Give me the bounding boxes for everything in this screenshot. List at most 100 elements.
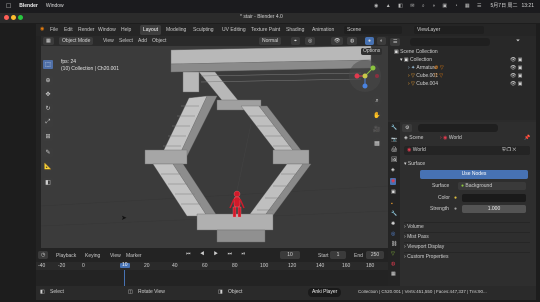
physics-tab-icon[interactable]: ◎ [391,232,395,237]
overlays-button[interactable]: ◍ [347,37,358,45]
world-datablock-selector[interactable]: ◉ World ⛨ ❐ ✕ [404,146,530,155]
pin-icon[interactable]: 📌 [524,136,530,141]
timeline-menu-view[interactable]: View [110,253,121,259]
add-cube-tool-icon[interactable]: ◧ [43,178,53,187]
menu-window[interactable]: Window [98,27,116,33]
use-nodes-button[interactable]: Use Nodes [420,170,528,179]
viewlayer-selector[interactable]: ViewLayer [414,26,484,34]
collection-tab-icon[interactable]: ▣ [391,190,396,195]
view-layer-tab-icon[interactable]: 🖼 [391,158,397,163]
tab-layout[interactable]: Layout [140,25,162,35]
volume-panel-header[interactable]: › Volume [404,222,530,231]
outliner-row-cube-004[interactable]: › ▽ Cube.004 👁 ▣ [408,80,534,88]
properties-search-field[interactable] [418,124,498,132]
object-tab-icon[interactable]: ▪ [391,202,393,207]
constraints-tab-icon[interactable]: ⛓ [391,242,397,247]
camera-view-icon[interactable]: 🎥 [372,124,382,134]
window-zoom-button[interactable] [18,15,23,20]
outliner-search-field[interactable] [410,38,490,46]
modifier-tab-icon[interactable]: 🔧 [391,212,397,217]
transform-orientation-dropdown[interactable]: Normal [259,37,282,45]
surface-panel-header[interactable]: ▾ Surface [404,160,530,169]
color-swatch[interactable] [462,194,526,202]
window-close-button[interactable] [4,15,9,20]
output-tab-icon[interactable]: 🖨 [391,148,397,153]
perspective-toggle-icon[interactable]: ▦ [372,138,382,148]
end-frame-field[interactable]: 250 [366,251,384,259]
window-minimize-button[interactable] [11,15,16,20]
select-tool-icon[interactable]: ⬚ [43,60,53,69]
object-mode-dropdown[interactable]: Object Mode [59,37,94,45]
visibility-eye-icon[interactable]: 👁 ▣ [510,72,522,80]
menu-edit[interactable]: Edit [64,27,73,33]
viewport-menu-view[interactable]: View [103,38,114,44]
transform-tool-icon[interactable]: ⊞ [43,132,53,141]
mist-pass-panel-header[interactable]: › Mist Pass [404,232,530,241]
visibility-eye-icon[interactable]: 👁 ▣ [510,64,522,72]
proportional-edit-toggle[interactable]: ◎ [305,37,316,45]
options-dropdown[interactable]: Options [361,48,383,55]
menu-help[interactable]: Help [121,27,131,33]
data-tab-icon[interactable]: ▽ [391,252,395,257]
timeline-menu-keying[interactable]: Keying [85,253,100,259]
editor-type-button[interactable]: ▦ [43,37,54,45]
viewport-menu-select[interactable]: Select [119,38,133,44]
app-menu-blender[interactable]: Blender [19,4,38,9]
surface-shader-dropdown[interactable]: ● Background [458,182,526,190]
apple-icon[interactable]:  [6,3,11,10]
playhead-line[interactable] [124,270,125,286]
outliner-row-cube-001[interactable]: › ▽ Cube.001 ▽ ▽ 👁 ▣ [408,72,534,80]
3d-viewport[interactable]: fps: 24 (10) Collection | Ch20.001 ➤ ⬚ ⊕… [41,46,388,248]
timeline-menu-playback[interactable]: Playback [56,253,76,259]
zoom-icon[interactable]: ⌕ [372,96,382,106]
tab-modeling[interactable]: Modeling [166,27,186,33]
world-tab-icon[interactable]: ◉ [390,178,397,185]
status-icons[interactable]: ◉ ▲ ◧ ✉ ⌕ ◑ ▣ ◔ ▦ ☰ [374,4,485,9]
measure-tool-icon[interactable]: 📐 [43,162,53,171]
timeline-menu-marker[interactable]: Marker [126,253,142,259]
tab-texture-paint[interactable]: Texture Paint [251,27,280,33]
navigation-gizmo[interactable] [347,58,383,94]
rotate-tool-icon[interactable]: ↻ [43,104,53,113]
render-tab-icon[interactable]: 📷 [391,138,397,143]
viewport-menu-object[interactable]: Object [152,38,166,44]
viewport-menu-add[interactable]: Add [138,38,147,44]
current-frame-marker[interactable]: 10 [120,263,130,268]
timeline-editor-type[interactable]: ◷ [38,251,49,259]
filter-icon[interactable]: ⏷ [516,39,520,44]
shading-material-button[interactable]: ◐ [377,37,387,45]
app-menu-window[interactable]: Window [46,4,64,9]
menu-render[interactable]: Render [78,27,94,33]
strength-socket-icon[interactable]: ● [454,207,457,212]
color-socket-icon[interactable]: ● [454,196,457,201]
material-tab-icon[interactable]: ◍ [391,262,395,267]
menu-file[interactable]: File [50,27,58,33]
scene-tab-icon[interactable]: ◈ [391,168,395,173]
scene-selector[interactable]: Scene [344,26,402,34]
pan-hand-icon[interactable]: ✋ [372,110,382,120]
visibility-eye-icon[interactable]: 👁 ▣ [510,80,522,88]
current-frame-field[interactable]: 10 [280,251,300,259]
outliner-row-collection[interactable]: ▾ ▣ Collection 👁 ▣ [400,56,534,64]
shading-solid-button[interactable]: ● [365,37,375,45]
tab-animation[interactable]: Animation [312,27,334,33]
fake-user-shield-icon[interactable]: ⛨ ❐ ✕ [502,146,516,155]
scale-tool-icon[interactable]: ⤢ [43,118,53,127]
start-frame-field[interactable]: 1 [330,251,346,259]
strength-field[interactable]: 1.000 [462,205,526,213]
move-tool-icon[interactable]: ✥ [43,90,53,99]
blender-logo-icon[interactable]: ◉ [40,27,44,32]
snap-toggle[interactable]: ⌖ [291,37,300,45]
visibility-button[interactable]: 👁 [331,37,344,45]
tab-shading[interactable]: Shading [286,27,304,33]
viewport-display-panel-header[interactable]: › Viewport Display [404,242,530,251]
outliner-row-scene-collection[interactable]: ▣ Scene Collection [394,48,534,56]
outliner-editor-type[interactable]: ☰ [390,38,401,46]
outliner-row-armature[interactable]: › ✦ Armature ⚙ ▽ 👁 ▣ [408,64,534,72]
annotate-tool-icon[interactable]: ✎ [43,148,53,157]
particles-tab-icon[interactable]: ✺ [391,222,395,227]
tab-uv-editing[interactable]: UV Editing [222,27,246,33]
visibility-eye-icon[interactable]: 👁 ▣ [510,56,522,64]
cursor-tool-icon[interactable]: ⊕ [43,76,53,85]
custom-properties-panel-header[interactable]: › Custom Properties [404,252,530,261]
